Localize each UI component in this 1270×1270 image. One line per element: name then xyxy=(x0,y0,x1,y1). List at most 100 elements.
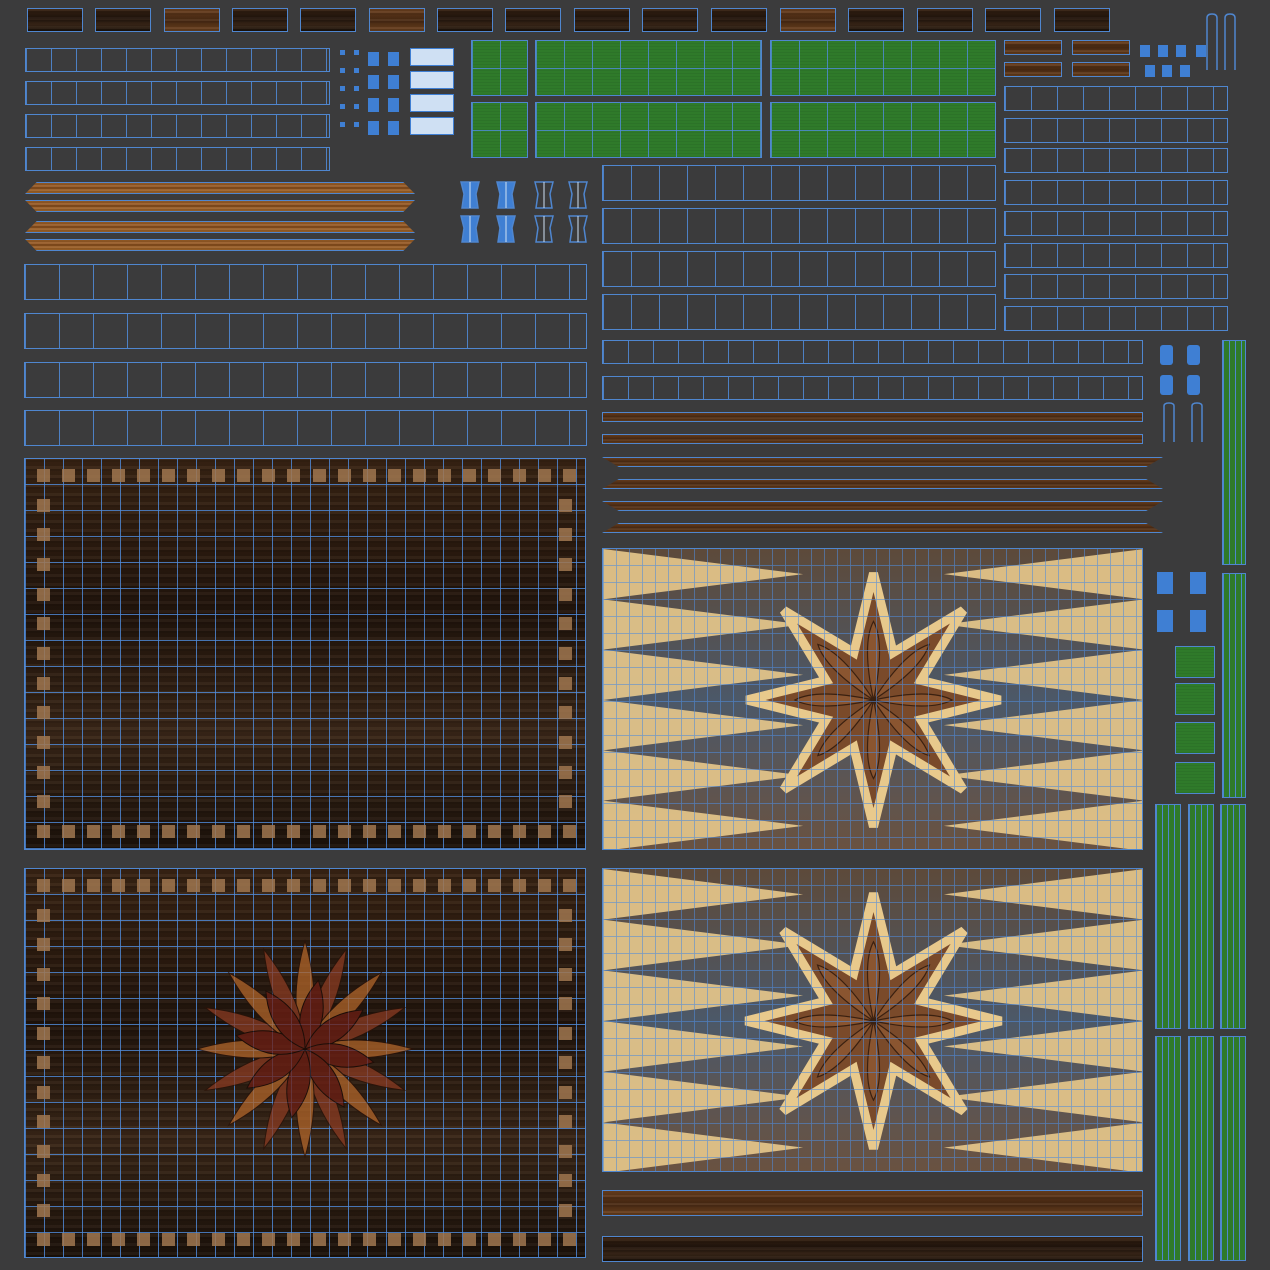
inlay-stud xyxy=(559,736,572,749)
inlay-stud xyxy=(559,498,572,512)
inlay-stud xyxy=(187,825,201,838)
uv-chip xyxy=(410,94,454,112)
board-panel-top-left xyxy=(24,458,586,850)
uv-bevel-strip xyxy=(25,239,415,251)
inlay-stud xyxy=(559,967,572,981)
inlay-stud xyxy=(312,825,326,838)
rosette-inlay xyxy=(195,939,415,1159)
inlay-stud xyxy=(37,647,50,660)
inlay-stud xyxy=(37,706,50,720)
inlay-stud xyxy=(559,1203,572,1217)
pawn-icon xyxy=(534,215,554,243)
inlay-stud xyxy=(137,879,151,892)
inlay-stud xyxy=(37,1026,50,1040)
inlay-stud xyxy=(512,469,526,482)
inlay-stud xyxy=(312,1233,326,1246)
inlay-stud xyxy=(137,1233,151,1246)
inlay-stud xyxy=(37,765,50,779)
inlay-stud xyxy=(362,1233,376,1246)
uv-tile xyxy=(917,8,973,32)
uv-vertical-strip xyxy=(1188,804,1214,1029)
inlay-stud xyxy=(62,1233,76,1246)
uv-plank xyxy=(1004,148,1228,173)
uv-tile xyxy=(711,8,767,32)
inlay-stud xyxy=(537,879,551,892)
uv-grid xyxy=(472,103,527,157)
inlay-stud xyxy=(62,469,76,482)
uv-tile xyxy=(437,8,493,32)
inlay-stud xyxy=(37,498,50,512)
inlay-stud xyxy=(37,1203,50,1217)
inlay-stud xyxy=(437,879,451,892)
uv-plank xyxy=(1004,86,1228,111)
inlay-stud xyxy=(187,879,201,892)
inlay-stud xyxy=(487,825,501,838)
inlay-stud xyxy=(559,617,572,631)
inlay-stud xyxy=(487,1233,501,1246)
uv-chip xyxy=(1160,375,1173,395)
inlay-stud xyxy=(262,879,276,892)
uv-vertical-strip xyxy=(1188,1036,1214,1261)
inlay-stud xyxy=(37,825,50,838)
inlay-stud xyxy=(87,1233,101,1246)
uv-bevel-strip xyxy=(602,479,1163,489)
uv-long-strip xyxy=(602,1190,1143,1216)
uv-grid xyxy=(771,41,995,95)
inlay-stud xyxy=(37,736,50,749)
uv-plank xyxy=(1004,274,1228,299)
inlay-stud xyxy=(112,469,126,482)
inlay-stud xyxy=(563,469,576,482)
inlay-stud xyxy=(237,469,251,482)
uv-tile xyxy=(1004,40,1062,55)
uv-grid xyxy=(771,103,995,157)
inlay-stud xyxy=(559,908,572,922)
uv-chip xyxy=(340,86,345,91)
pawn-icon xyxy=(534,181,554,209)
uv-plank xyxy=(1004,243,1228,268)
inlay-stud xyxy=(559,997,572,1010)
uv-plank xyxy=(24,264,587,300)
uv-bevel-strip xyxy=(25,182,415,194)
board-inlay xyxy=(603,869,1142,1171)
pawn-icon xyxy=(568,215,588,243)
inlay-stud xyxy=(362,879,376,892)
inlay-stud xyxy=(162,825,176,838)
uv-chip xyxy=(1145,65,1155,77)
uv-bevel-strip xyxy=(602,457,1163,467)
uv-vertical-strip xyxy=(1220,1036,1246,1261)
uv-thin-strip xyxy=(602,412,1143,422)
inlay-stud xyxy=(362,469,376,482)
inlay-stud xyxy=(412,879,426,892)
inlay-stud xyxy=(112,1233,126,1246)
inlay-stud xyxy=(559,587,572,601)
inlay-stud xyxy=(212,879,226,892)
uv-tile xyxy=(27,8,83,32)
inlay-stud xyxy=(462,469,476,482)
uv-vertical-strip xyxy=(1155,1036,1181,1261)
inlay-stud xyxy=(37,558,50,571)
inlay-stud xyxy=(337,1233,351,1246)
pawn-icon xyxy=(460,181,480,209)
inlay-stud xyxy=(563,1233,576,1246)
inlay-stud xyxy=(387,879,401,892)
inlay-stud xyxy=(287,825,301,838)
uv-chip xyxy=(388,75,399,89)
uv-chip xyxy=(368,121,379,135)
inlay-stud xyxy=(512,1233,526,1246)
uv-chip xyxy=(1190,610,1206,632)
inlay-stud xyxy=(437,469,451,482)
uv-strip xyxy=(25,48,330,72)
inlay-stud xyxy=(37,795,50,809)
inlay-stud xyxy=(437,825,451,838)
uv-chip xyxy=(340,50,345,55)
uv-chip xyxy=(368,52,379,66)
uv-tile xyxy=(1072,62,1130,77)
inlay-stud xyxy=(137,825,151,838)
uv-chip xyxy=(410,48,454,66)
inlay-stud xyxy=(337,469,351,482)
inlay-stud xyxy=(62,879,76,892)
uv-chip xyxy=(340,104,345,109)
inlay-stud xyxy=(162,469,176,482)
inlay-stud xyxy=(559,706,572,720)
uv-chip xyxy=(354,122,359,127)
